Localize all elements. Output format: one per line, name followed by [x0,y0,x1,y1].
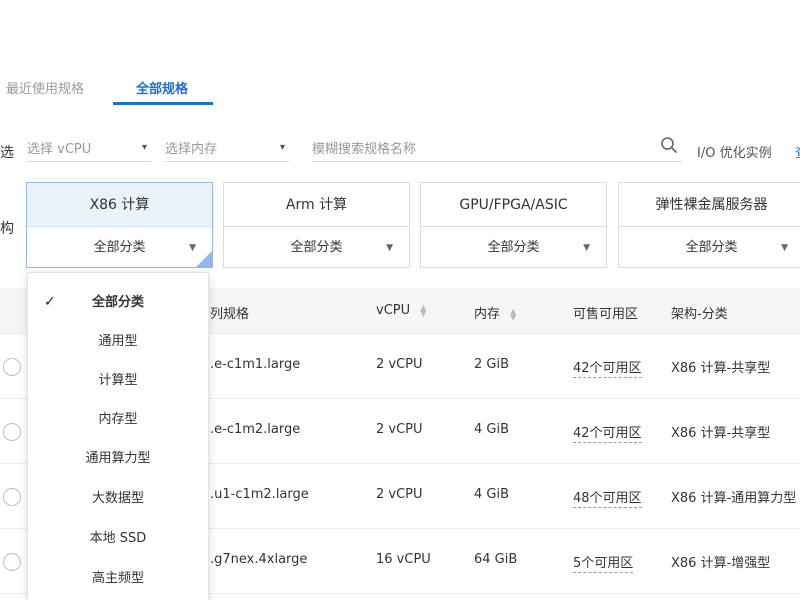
menu-item-compute[interactable]: 计算型 [28,361,208,400]
category-select[interactable]: 全部分类 ▼ [619,227,800,269]
menu-item-general-compute[interactable]: 通用算力型 [28,439,208,478]
arch-card-bare-metal[interactable]: 弹性裸金属服务器 全部分类 ▼ [618,182,800,268]
row-radio[interactable] [3,553,21,571]
cell-vcpu: 2 vCPU [376,357,423,372]
architecture-label: 构 [0,221,14,237]
cell-memory: 64 GiB [474,552,518,567]
cell-spec: .g7nex.4xlarge [210,552,308,567]
spec-tabs: 最近使用规格 全部规格 [0,70,800,105]
cell-zones[interactable]: 42个可用区 [573,357,642,378]
category-select[interactable]: 全部分类 ▼ [421,227,606,269]
menu-item-big-data[interactable]: 大数据型 [28,479,208,518]
menu-item-general[interactable]: 通用型 [28,322,208,361]
arch-card-title: 弹性裸金属服务器 [619,183,800,227]
cell-spec: .e-c1m1.large [210,357,301,372]
menu-item-local-ssd[interactable]: 本地 SSD [28,519,208,558]
arch-card-gpu[interactable]: GPU/FPGA/ASIC 全部分类 ▼ [420,182,607,268]
cell-arch: X86 计算-通用算力型 [671,491,797,506]
caret-down-icon: ▼ [781,243,788,253]
cell-memory: 4 GiB [474,487,510,502]
filter-label: 选 [0,145,14,161]
vcpu-select-placeholder: 选择 vCPU [27,142,92,157]
cell-vcpu: 16 vCPU [376,552,431,567]
row-radio[interactable] [3,358,21,376]
menu-item-memory[interactable]: 内存型 [28,400,208,439]
tab-recent-specs[interactable]: 最近使用规格 [6,78,84,97]
arch-card-title: GPU/FPGA/ASIC [421,183,606,227]
cell-vcpu: 2 vCPU [376,422,423,437]
cell-arch: X86 计算-共享型 [671,361,771,376]
row-radio[interactable] [3,423,21,441]
search-placeholder: 模糊搜索规格名称 [312,142,417,157]
tab-all-specs[interactable]: 全部规格 [136,78,188,97]
vcpu-select[interactable]: 选择 vCPU ▾ [27,138,151,162]
arch-card-x86[interactable]: X86 计算 全部分类 ▼ [26,182,213,268]
caret-down-icon: ▼ [386,243,393,253]
menu-item-label: 全部分类 [91,295,144,310]
more-link[interactable]: 查 [795,142,800,161]
active-tab-indicator [113,102,213,105]
category-dropdown-menu: ✓ 全部分类 通用型 计算型 内存型 通用算力型 大数据型 本地 SSD 高主频… [27,272,209,600]
category-select-value: 全部分类 [685,240,738,255]
category-select-value: 全部分类 [290,240,343,255]
menu-item-high-frequency[interactable]: 高主频型 [28,559,208,598]
caret-down-icon: ▼ [189,243,196,253]
cell-memory: 4 GiB [474,422,510,437]
check-icon: ✓ [44,294,56,310]
category-select[interactable]: 全部分类 ▼ [27,227,212,269]
cell-zones[interactable]: 48个可用区 [573,487,642,508]
sort-icon[interactable]: ▲ ▼ [420,303,426,317]
memory-select[interactable]: 选择内存 ▾ [165,138,289,162]
header-spec: 列规格 [210,307,250,322]
spec-search-input[interactable]: 模糊搜索规格名称 [312,136,682,162]
header-arch: 架构-分类 [671,307,728,322]
caret-down-icon: ▾ [141,142,147,153]
header-memory-label: 内存 [474,307,501,322]
memory-select-placeholder: 选择内存 [165,142,218,157]
arch-card-title: Arm 计算 [224,183,409,227]
cell-vcpu: 2 vCPU [376,487,423,502]
selected-corner-mark [196,251,212,267]
header-vcpu[interactable]: vCPU ▲ ▼ [376,303,426,318]
caret-down-icon: ▼ [583,243,590,253]
category-select-value: 全部分类 [487,240,540,255]
io-optimized-checkbox[interactable]: I/O 优化实例 [697,142,772,161]
cell-arch: X86 计算-增强型 [671,556,771,571]
arch-card-arm[interactable]: Arm 计算 全部分类 ▼ [223,182,410,268]
arch-card-title: X86 计算 [27,183,212,227]
cell-zones[interactable]: 42个可用区 [573,422,642,443]
cell-memory: 2 GiB [474,357,510,372]
caret-down-icon: ▾ [279,142,285,153]
category-select-value: 全部分类 [93,240,146,255]
header-memory[interactable]: 内存 ▲ ▼ [474,303,516,322]
filter-row: 选 选择 vCPU ▾ 选择内存 ▾ 模糊搜索规格名称 I/O 优化实例 查 [0,134,800,168]
header-zones: 可售可用区 [573,307,639,322]
menu-item-all[interactable]: ✓ 全部分类 [28,283,208,322]
header-vcpu-label: vCPU [376,303,411,318]
cell-spec: .u1-c1m2.large [210,487,309,502]
cell-arch: X86 计算-共享型 [671,426,771,441]
row-radio[interactable] [3,488,21,506]
cell-zones[interactable]: 5个可用区 [573,552,634,573]
search-icon[interactable] [660,136,678,154]
category-select[interactable]: 全部分类 ▼ [224,227,409,269]
sort-icon[interactable]: ▲ ▼ [510,307,516,321]
cell-spec: .e-c1m2.large [210,422,301,437]
